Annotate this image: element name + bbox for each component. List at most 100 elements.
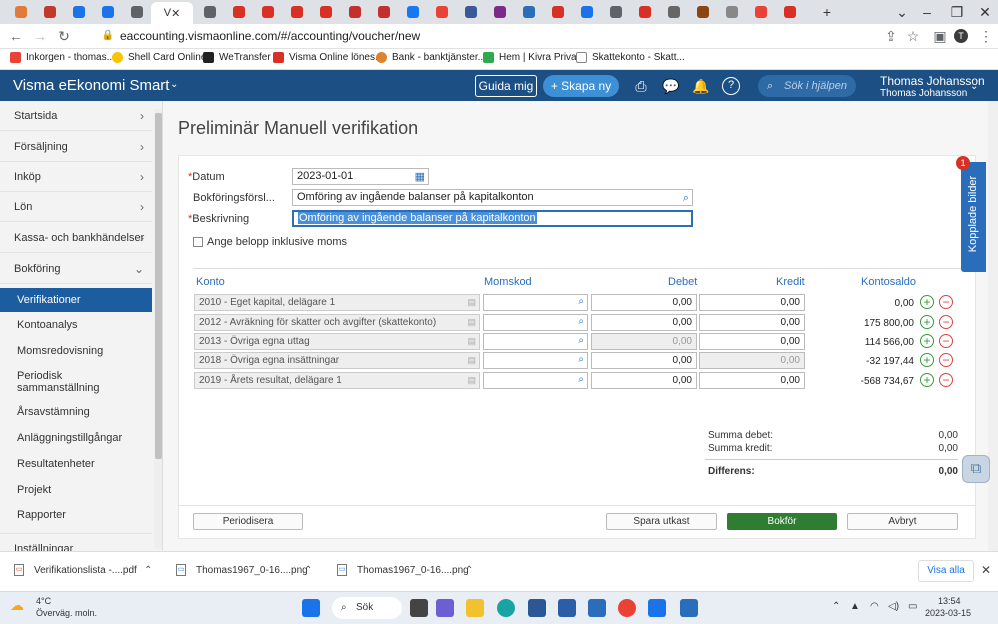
main-scrollbar[interactable] [988, 101, 998, 551]
bookmark-bank[interactable]: Bank - banktjänster... [376, 52, 486, 63]
lock-icon[interactable]: 🔒 [100, 28, 116, 44]
battery-icon[interactable]: ▭ [908, 601, 917, 612]
row-vatcode-field[interactable]: ⌕ [483, 352, 588, 369]
taskbar-search[interactable]: ⌕ Sök [332, 597, 402, 619]
remove-row-icon[interactable]: − [939, 353, 953, 367]
app-tray-icon[interactable]: ▲ [850, 601, 860, 612]
add-row-icon[interactable]: + [920, 315, 934, 329]
row-vatcode-field[interactable]: ⌕ [483, 333, 588, 350]
share-icon[interactable]: ⇪ [883, 28, 899, 44]
row-account-field[interactable]: 2018 - Övriga egna insättningar ▤ [194, 352, 480, 369]
sidebar-subitem-rapporter[interactable]: Rapporter [0, 509, 152, 521]
new-tab-icon[interactable]: + [815, 3, 839, 21]
row-kredit-field[interactable]: 0,00 [699, 352, 805, 369]
lookup-icon[interactable]: ⌕ [578, 374, 584, 385]
add-row-icon[interactable]: + [920, 295, 934, 309]
help-search-input[interactable]: ⌕ Sök i hjälpen [758, 75, 856, 97]
sidebar-subitem-resultatenheter[interactable]: Resultatenheter [0, 458, 152, 470]
browser-tab[interactable] [371, 3, 397, 21]
app-brand[interactable]: Visma eEkonomi Smart [13, 77, 169, 94]
row-debet-field[interactable]: 0,00 [591, 372, 697, 389]
remove-row-icon[interactable]: − [939, 295, 953, 309]
sidebar-item-bokforing[interactable]: Bokföring ⌄ [0, 254, 152, 284]
row-kredit-field[interactable]: 0,00 [699, 314, 805, 331]
browser-tab[interactable] [777, 3, 803, 21]
download-item[interactable]: ▭ Thomas1967_0-16....png ⌃ [337, 564, 473, 576]
browser-tab[interactable] [603, 3, 629, 21]
suggestion-input[interactable]: Omföring av ingående balanser på kapital… [292, 189, 693, 206]
print-icon[interactable]: ⎙ [632, 77, 650, 95]
browser-tab[interactable] [124, 3, 150, 21]
sidebar-subitem-verifikationer[interactable]: Verifikationer [0, 288, 152, 312]
chevron-up-icon[interactable]: ⌃ [465, 565, 473, 576]
chevron-up-icon[interactable]: ⌃ [304, 565, 312, 576]
browser-tab[interactable] [429, 3, 455, 21]
app-icon[interactable] [648, 599, 666, 617]
linked-images-tab[interactable]: Kopplade bilder [961, 162, 986, 272]
browser-tab[interactable] [661, 3, 687, 21]
lookup-icon[interactable]: ⌕ [683, 191, 689, 206]
browser-tab[interactable] [255, 3, 281, 21]
browser-tab[interactable] [487, 3, 513, 21]
save-draft-button[interactable]: Spara utkast [606, 513, 717, 530]
browser-tab[interactable] [95, 3, 121, 21]
add-row-icon[interactable]: + [920, 334, 934, 348]
periodize-button[interactable]: Periodisera [193, 513, 303, 530]
weather-icon[interactable]: ☁ [10, 597, 32, 615]
task-view-icon[interactable] [410, 599, 428, 617]
volume-icon[interactable]: ◁) [888, 601, 899, 612]
store-icon[interactable] [528, 599, 546, 617]
chevron-down-icon[interactable]: ⌄ [170, 79, 178, 90]
bookmark-star-icon[interactable]: ☆ [905, 28, 921, 44]
sidebar-subitem-anlaggning[interactable]: Anläggningstillgångar [0, 432, 152, 444]
download-item[interactable]: ▭ Thomas1967_0-16....png ⌃ [176, 564, 312, 576]
sidebar-subitem-arsavstamning[interactable]: Årsavstämning [0, 406, 152, 418]
clock-date[interactable]: 2023-03-15 [925, 608, 971, 618]
browser-tab[interactable] [516, 3, 542, 21]
row-account-field[interactable]: 2012 - Avräkning för skatter och avgifte… [194, 314, 480, 331]
back-icon[interactable]: ← [8, 28, 24, 44]
browser-tab[interactable] [313, 3, 339, 21]
sidebar-item-kassa[interactable]: Kassa- och bankhändelser › [0, 223, 152, 253]
row-kredit-field[interactable]: 0,00 [699, 372, 805, 389]
browser-tab[interactable] [690, 3, 716, 21]
reload-icon[interactable]: ↻ [56, 28, 72, 44]
close-icon[interactable]: ✕ [981, 563, 991, 577]
forward-icon[interactable]: → [32, 28, 48, 44]
book-button[interactable]: Bokför [727, 513, 837, 530]
browser-tab[interactable] [37, 3, 63, 21]
attachment-float-icon[interactable]: ⧉ [962, 455, 990, 483]
row-account-field[interactable]: 2010 - Eget kapital, delägare 1 ▤ [194, 294, 480, 311]
row-account-field[interactable]: 2013 - Övriga egna uttag ▤ [194, 333, 480, 350]
chrome-icon[interactable] [618, 599, 636, 617]
app-icon[interactable] [558, 599, 576, 617]
sidebar-subitem-momsredovisning[interactable]: Momsredovisning [0, 345, 152, 357]
show-all-downloads-button[interactable]: Visa alla [918, 560, 974, 582]
row-kredit-field[interactable]: 0,00 [699, 333, 805, 350]
sidepanel-icon[interactable]: ▣ [932, 28, 948, 44]
calendar-icon[interactable]: ▦ [415, 170, 425, 185]
sidebar-item-startsida[interactable]: Startsida › [0, 101, 152, 131]
help-icon[interactable]: ? [722, 77, 740, 95]
row-account-field[interactable]: 2019 - Årets resultat, delägare 1 ▤ [194, 372, 480, 389]
browser-tab[interactable] [8, 3, 34, 21]
chevron-up-icon[interactable]: ⌃ [144, 565, 152, 576]
sidebar-scrollbar-thumb[interactable] [155, 113, 162, 459]
sidebar-item-lon[interactable]: Lön › [0, 192, 152, 222]
browser-tab[interactable] [197, 3, 223, 21]
bookmark-visma[interactable]: Visma Online lönes... [273, 52, 383, 63]
sidebar-item-inkop[interactable]: Inköp › [0, 162, 152, 192]
sidebar-item-forsaljning[interactable]: Försäljning › [0, 132, 152, 162]
lookup-icon[interactable]: ▤ [467, 295, 476, 310]
vat-inclusive-checkbox[interactable] [193, 237, 203, 247]
chat-app-icon[interactable] [436, 599, 454, 617]
lookup-icon[interactable]: ⌕ [578, 296, 584, 307]
visma-app-icon[interactable] [588, 599, 606, 617]
download-item[interactable]: ▭ Verifikationslista -....pdf ⌃ [14, 564, 152, 576]
row-debet-field[interactable]: 0,00 [591, 294, 697, 311]
bookmark-shell[interactable]: Shell Card Online [112, 52, 206, 63]
browser-tab[interactable] [632, 3, 658, 21]
lookup-icon[interactable]: ▤ [467, 315, 476, 330]
bookmark-wetransfer[interactable]: WeTransfer [203, 52, 271, 63]
close-window-icon[interactable]: ✕ [973, 3, 997, 21]
